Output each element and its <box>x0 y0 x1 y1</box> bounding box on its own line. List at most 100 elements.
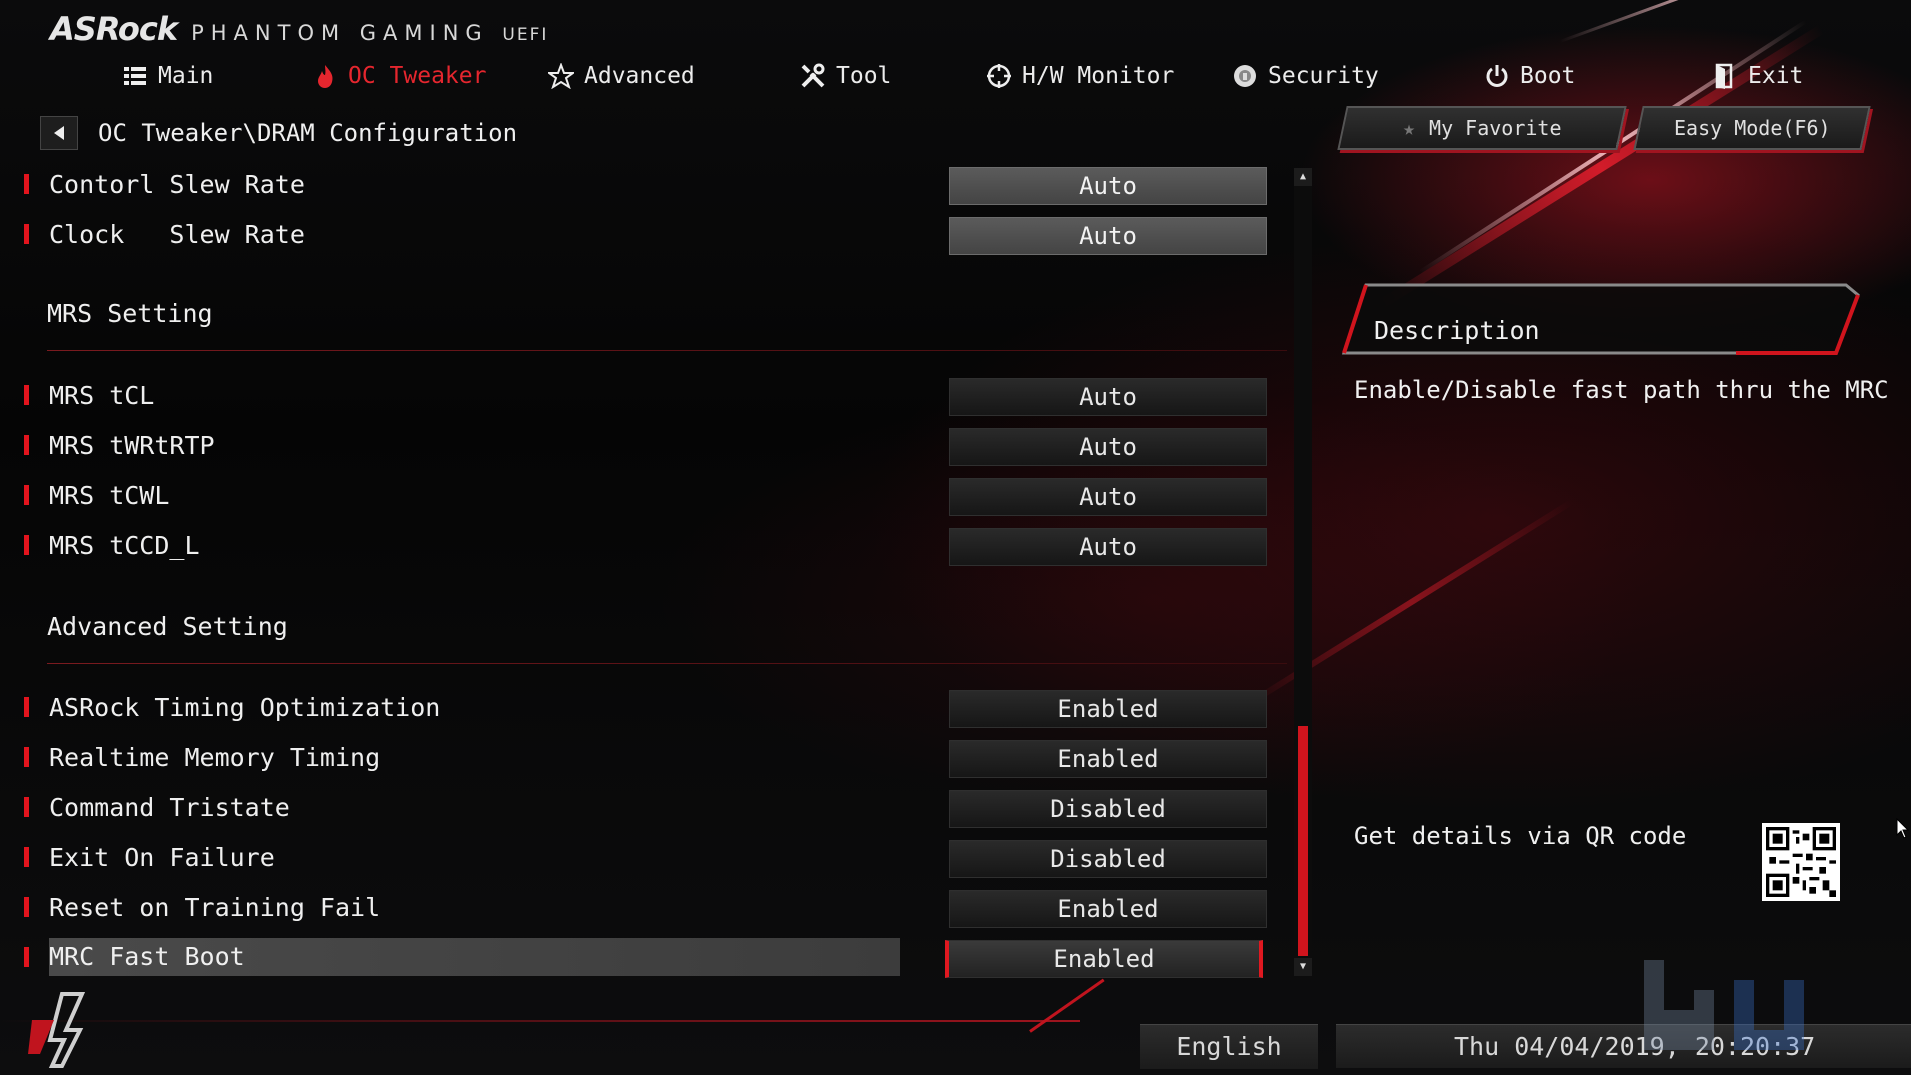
setting-label: MRS tCWL <box>49 481 170 510</box>
section-divider <box>47 350 1287 351</box>
setting-label: ASRock Timing Optimization <box>49 693 441 722</box>
row-marker <box>24 485 29 505</box>
breadcrumb: OC Tweaker\DRAM Configuration <box>40 114 517 152</box>
power-icon <box>1486 65 1508 87</box>
mouse-cursor-icon <box>1896 818 1910 839</box>
setting-row-mrs-tccd-l[interactable]: MRS tCCD_L Auto <box>0 521 1290 571</box>
setting-row-clock-slew-rate[interactable]: Clock Slew Rate Auto <box>0 210 1290 260</box>
qr-code <box>1762 823 1840 901</box>
row-marker <box>24 697 29 717</box>
row-marker <box>24 435 29 455</box>
tools-icon <box>801 63 825 88</box>
setting-row-mrs-twrtrtp[interactable]: MRS tWRtRTP Auto <box>0 421 1290 471</box>
asrock-logo: ASRock <box>50 10 178 48</box>
tab-oc-tweaker[interactable]: OC Tweaker <box>312 56 486 96</box>
row-marker <box>24 847 29 867</box>
tab-boot[interactable]: Boot <box>1484 56 1575 96</box>
tab-label: Exit <box>1748 63 1804 89</box>
row-marker <box>24 385 29 405</box>
setting-value[interactable]: Auto <box>949 378 1267 416</box>
scroll-thumb[interactable] <box>1298 726 1308 956</box>
phantom-gaming-logo <box>28 992 86 1068</box>
crosshair-icon <box>987 64 1011 88</box>
tab-advanced[interactable]: Advanced <box>548 56 695 96</box>
setting-label: MRS tCCD_L <box>49 531 200 560</box>
tab-label: H/W Monitor <box>1022 63 1175 89</box>
breadcrumb-text: OC Tweaker\DRAM Configuration <box>98 119 518 147</box>
setting-value[interactable]: Auto <box>949 428 1267 466</box>
row-marker <box>24 224 29 244</box>
star-icon <box>548 63 574 89</box>
setting-row-mrs-tcwl[interactable]: MRS tCWL Auto <box>0 471 1290 521</box>
description-title: Description <box>1374 316 1540 345</box>
tab-tool[interactable]: Tool <box>800 56 891 96</box>
favorite-star-icon: ★ <box>1402 116 1415 140</box>
row-marker <box>24 174 29 194</box>
tab-label: OC Tweaker <box>348 63 487 89</box>
section-header-advanced: Advanced Setting <box>47 612 288 641</box>
setting-row-timing-optimization[interactable]: ASRock Timing Optimization Enabled <box>0 683 1290 733</box>
setting-row-command-tristate[interactable]: Command Tristate Disabled <box>0 783 1290 833</box>
tab-label: Boot <box>1520 63 1576 89</box>
tab-label: Tool <box>836 63 892 89</box>
tab-exit[interactable]: Exit <box>1712 56 1803 96</box>
shield-icon <box>1234 65 1256 87</box>
main-nav: Main OC Tweaker Advanced Tool H/W Monito… <box>0 56 1911 96</box>
setting-label: MRS tWRtRTP <box>49 431 215 460</box>
setting-value[interactable]: Enabled <box>949 690 1267 728</box>
setting-row-mrc-fast-boot[interactable]: MRC Fast Boot Enabled <box>0 933 1290 983</box>
tab-security[interactable]: Security <box>1232 56 1379 96</box>
brand-subtitle: PHANTOM GAMING UEFI <box>191 21 548 45</box>
tab-hw-monitor[interactable]: H/W Monitor <box>986 56 1174 96</box>
decor-streak <box>1559 0 1871 43</box>
tab-label: Advanced <box>584 63 695 89</box>
scrollbar[interactable]: ▲ ▼ <box>1294 168 1312 976</box>
setting-value[interactable]: Enabled <box>945 940 1263 978</box>
description-text: Enable/Disable fast path thru the MRC <box>1354 376 1889 404</box>
easy-mode-button[interactable]: Easy Mode(F6) <box>1633 106 1871 150</box>
setting-value[interactable]: Enabled <box>949 740 1267 778</box>
setting-value[interactable]: Disabled <box>949 790 1267 828</box>
row-marker <box>24 947 29 967</box>
setting-value[interactable]: Auto <box>949 217 1267 255</box>
setting-row-mrs-tcl[interactable]: MRS tCL Auto <box>0 371 1290 421</box>
qr-code-image <box>1766 827 1836 897</box>
setting-value[interactable]: Auto <box>949 528 1267 566</box>
tab-main[interactable]: Main <box>122 56 213 96</box>
exit-door-icon <box>1715 63 1733 89</box>
row-marker <box>24 747 29 767</box>
scroll-up-arrow-icon[interactable]: ▲ <box>1294 168 1312 186</box>
brand-uefi-text: UEFI <box>502 25 549 45</box>
setting-row-exit-on-failure[interactable]: Exit On Failure Disabled <box>0 833 1290 883</box>
setting-row-reset-on-training-fail[interactable]: Reset on Training Fail Enabled <box>0 883 1290 933</box>
setting-label: Command Tristate <box>49 793 290 822</box>
setting-value[interactable]: Disabled <box>949 840 1267 878</box>
back-arrow-icon <box>54 126 64 140</box>
setting-label: Realtime Memory Timing <box>49 743 381 772</box>
row-marker <box>24 797 29 817</box>
scroll-track[interactable] <box>1298 188 1308 956</box>
setting-label: Exit On Failure <box>49 843 275 872</box>
brand-subtitle-text: PHANTOM GAMING <box>191 21 489 45</box>
setting-row-realtime-memory-timing[interactable]: Realtime Memory Timing Enabled <box>0 733 1290 783</box>
tab-label: Main <box>158 63 214 89</box>
setting-value[interactable]: Auto <box>949 478 1267 516</box>
setting-value[interactable]: Enabled <box>949 890 1267 928</box>
section-header-mrs: MRS Setting <box>47 299 213 328</box>
back-button[interactable] <box>40 116 78 150</box>
brand-header: ASRock PHANTOM GAMING UEFI <box>50 10 548 50</box>
row-marker <box>24 897 29 917</box>
list-icon <box>124 67 146 85</box>
settings-list: Contorl Slew Rate Auto Clock Slew Rate A… <box>0 160 1290 1000</box>
row-marker <box>24 535 29 555</box>
setting-value[interactable]: Auto <box>949 167 1267 205</box>
setting-label: Clock Slew Rate <box>49 220 305 249</box>
setting-label: Contorl Slew Rate <box>49 170 305 199</box>
setting-row-control-slew-rate[interactable]: Contorl Slew Rate Auto <box>0 160 1290 210</box>
language-button[interactable]: English <box>1140 1024 1318 1069</box>
my-favorite-button[interactable]: ★ My Favorite <box>1337 106 1627 150</box>
setting-label: Reset on Training Fail <box>49 893 381 922</box>
watermark-logo <box>1644 960 1804 1050</box>
tab-label: Security <box>1268 63 1379 89</box>
scroll-down-arrow-icon[interactable]: ▼ <box>1294 958 1312 976</box>
